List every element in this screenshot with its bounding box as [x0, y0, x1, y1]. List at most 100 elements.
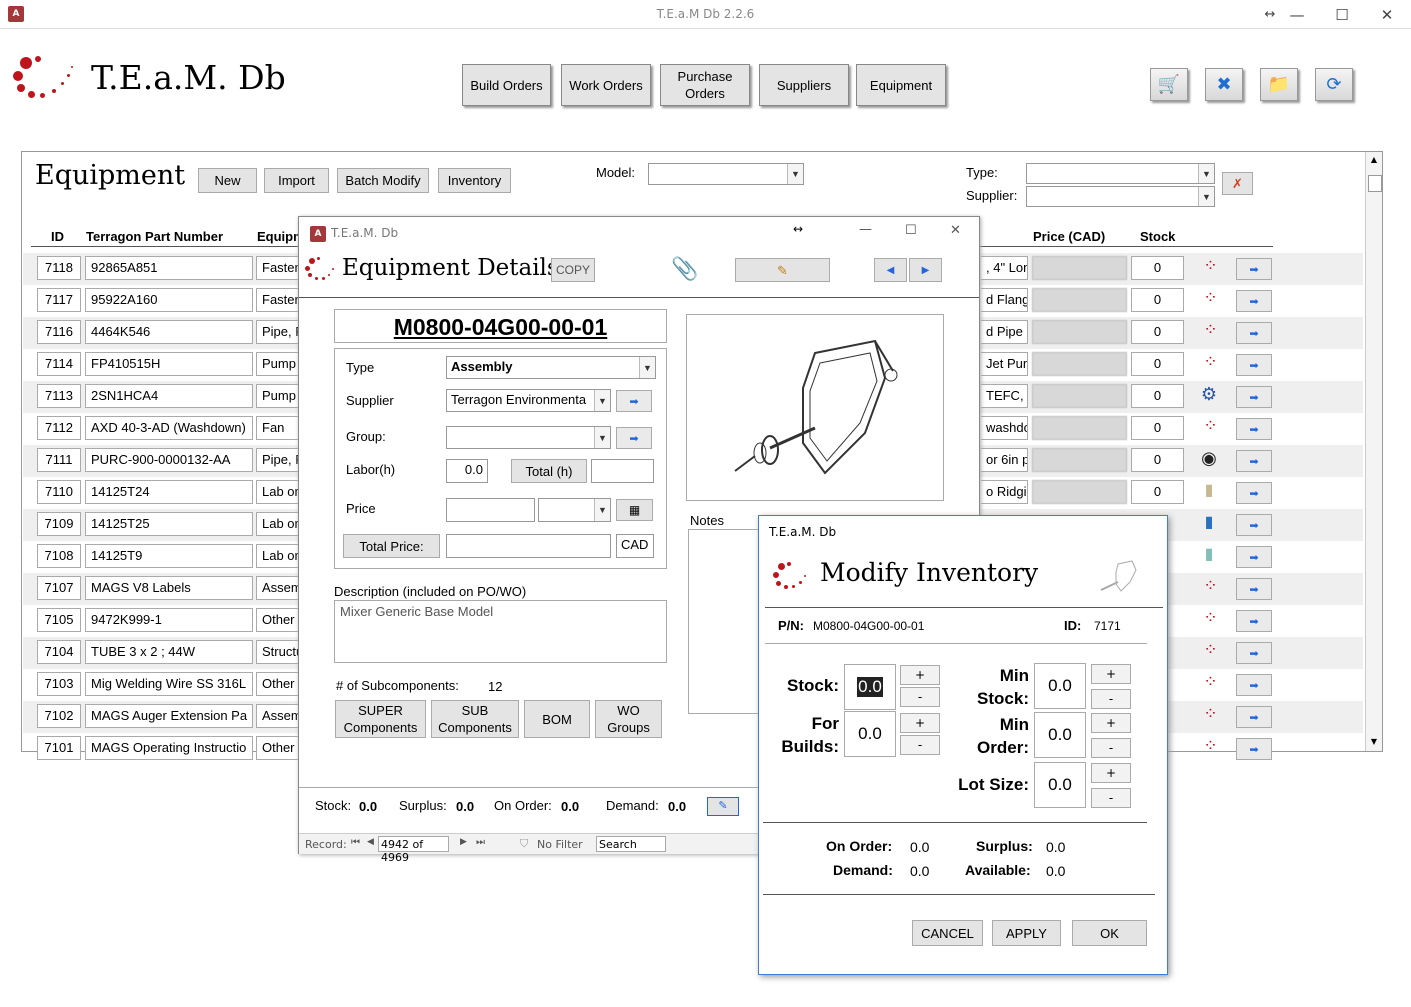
attachment-icon[interactable]: 📎 [671, 257, 698, 282]
row-id[interactable]: 7105 [37, 608, 81, 632]
group-goto-icon[interactable]: ➡ [616, 427, 652, 449]
first-record-icon[interactable]: ⏮ [351, 837, 360, 848]
labor-field[interactable]: 0.0 [446, 459, 488, 483]
row-description[interactable]: , 4" Lon [981, 256, 1028, 280]
row-open-icon[interactable]: ➡ [1236, 418, 1272, 440]
builds-minus-button[interactable]: - [900, 735, 940, 755]
row-stock[interactable]: 0 [1131, 352, 1184, 376]
row-part-number[interactable]: FP410515H [85, 352, 253, 376]
row-equipment-type[interactable]: Lab or [256, 480, 301, 504]
row-open-icon[interactable]: ➡ [1236, 290, 1272, 312]
edit-pencil-icon[interactable]: ✎ [735, 258, 830, 282]
row-part-number[interactable]: Mig Welding Wire SS 316L [85, 672, 253, 696]
chevron-down-icon[interactable]: ▼ [1198, 164, 1214, 183]
row-open-icon[interactable]: ➡ [1236, 546, 1272, 568]
row-id[interactable]: 7117 [37, 288, 81, 312]
row-id[interactable]: 7104 [37, 640, 81, 664]
type-filter-combo[interactable]: ▼ [1026, 163, 1215, 184]
row-stock[interactable]: 0 [1131, 320, 1184, 344]
minimize-button[interactable]: — [859, 222, 872, 237]
type-combo[interactable]: Assembly ▼ [446, 356, 656, 379]
minorder-minus-button[interactable]: - [1091, 738, 1131, 758]
row-part-number[interactable]: PURC-900-0000132-AA [85, 448, 253, 472]
clear-filter-icon[interactable]: ✗ [1222, 172, 1253, 195]
nav-work-orders[interactable]: Work Orders [561, 64, 651, 106]
edit-inventory-icon[interactable]: ✎ [707, 797, 739, 816]
group-combo[interactable]: ▼ [446, 426, 611, 449]
close-button[interactable]: ✕ [950, 223, 961, 238]
total-hours-button[interactable]: Total (h) [511, 459, 587, 483]
row-part-number[interactable]: 4464K546 [85, 320, 253, 344]
chevron-down-icon[interactable]: ▼ [1198, 187, 1214, 206]
copy-button[interactable]: COPY [551, 258, 595, 282]
row-description[interactable]: d Flang [981, 288, 1028, 312]
row-equipment-type[interactable]: Structu [256, 640, 301, 664]
row-id[interactable]: 7101 [37, 736, 81, 760]
row-description[interactable]: d Pipe F [981, 320, 1028, 344]
row-open-icon[interactable]: ➡ [1236, 706, 1272, 728]
filter-icon[interactable]: ⛉ [520, 837, 528, 851]
row-equipment-type[interactable]: Pump [256, 384, 301, 408]
chevron-down-icon[interactable]: ▼ [639, 357, 655, 378]
model-combo[interactable]: ▼ [648, 163, 804, 185]
part-number-field[interactable]: M0800-04G00-00-01 [334, 309, 667, 343]
stock-minus-button[interactable]: - [900, 687, 940, 707]
row-part-number[interactable]: MAGS V8 Labels [85, 576, 253, 600]
nav-suppliers[interactable]: Suppliers [759, 64, 849, 106]
scroll-thumb[interactable] [1368, 175, 1382, 192]
row-part-number[interactable]: 9472K999-1 [85, 608, 253, 632]
row-id[interactable]: 7103 [37, 672, 81, 696]
row-equipment-type[interactable]: Fasten [256, 256, 301, 280]
min-stock-field[interactable]: 0.0 [1034, 663, 1086, 709]
row-open-icon[interactable]: ➡ [1236, 514, 1272, 536]
next-record-icon[interactable]: ▶ [909, 258, 942, 282]
row-id[interactable]: 7113 [37, 384, 81, 408]
supplier-filter-combo[interactable]: ▼ [1026, 186, 1215, 207]
row-equipment-type[interactable]: Lab or [256, 512, 301, 536]
new-button[interactable]: New [198, 168, 257, 193]
for-builds-field[interactable]: 0.0 [844, 711, 896, 757]
row-open-icon[interactable]: ➡ [1236, 386, 1272, 408]
row-equipment-type[interactable]: Pipe, F [256, 448, 301, 472]
row-open-icon[interactable]: ➡ [1236, 738, 1272, 760]
row-part-number[interactable]: 2SN1HCA4 [85, 384, 253, 408]
calculator-icon[interactable]: ▦ [616, 499, 653, 521]
scroll-up-icon[interactable]: ▲ [1366, 152, 1382, 167]
minstock-minus-button[interactable]: - [1091, 689, 1131, 709]
last-record-icon[interactable]: ⏭ [476, 837, 485, 848]
prev-record-icon[interactable]: ◀ [874, 258, 907, 282]
row-open-icon[interactable]: ➡ [1236, 258, 1272, 280]
row-open-icon[interactable]: ➡ [1236, 674, 1272, 696]
row-stock[interactable]: 0 [1131, 288, 1184, 312]
total-price-button[interactable]: Total Price: [343, 534, 440, 558]
record-search[interactable]: Search [596, 836, 666, 852]
row-description[interactable]: or 6in p [981, 448, 1028, 472]
chevron-down-icon[interactable]: ▼ [594, 499, 610, 521]
row-open-icon[interactable]: ➡ [1236, 642, 1272, 664]
next-record-nav-icon[interactable]: ▶ [460, 837, 467, 847]
row-equipment-type[interactable]: Fan [256, 416, 301, 440]
inventory-button[interactable]: Inventory [438, 168, 511, 193]
stock-plus-button[interactable]: + [900, 665, 940, 685]
total-price-field[interactable] [446, 534, 611, 558]
lotsize-plus-button[interactable]: + [1091, 763, 1131, 783]
min-order-field[interactable]: 0.0 [1034, 712, 1086, 758]
row-part-number[interactable]: 92865A851 [85, 256, 253, 280]
row-open-icon[interactable]: ➡ [1236, 354, 1272, 376]
row-equipment-type[interactable]: Other [256, 672, 301, 696]
resize-icon[interactable]: ↔ [793, 222, 803, 236]
row-description[interactable]: o Ridgi [981, 480, 1028, 504]
minorder-plus-button[interactable]: + [1091, 713, 1131, 733]
row-equipment-type[interactable]: Assem [256, 576, 301, 600]
row-equipment-type[interactable]: Pump [256, 352, 301, 376]
row-part-number[interactable]: AXD 40-3-AD (Washdown) [85, 416, 253, 440]
row-description[interactable]: Jet Pun [981, 352, 1028, 376]
row-id[interactable]: 7102 [37, 704, 81, 728]
no-filter-label[interactable]: No Filter [537, 838, 583, 851]
total-hours-field[interactable] [591, 459, 654, 483]
close-button[interactable]: ✕ [1372, 4, 1402, 26]
row-stock[interactable]: 0 [1131, 416, 1184, 440]
row-id[interactable]: 7118 [37, 256, 81, 280]
scrollbar[interactable]: ▲ ▼ [1365, 152, 1382, 751]
price-field[interactable] [446, 498, 535, 522]
